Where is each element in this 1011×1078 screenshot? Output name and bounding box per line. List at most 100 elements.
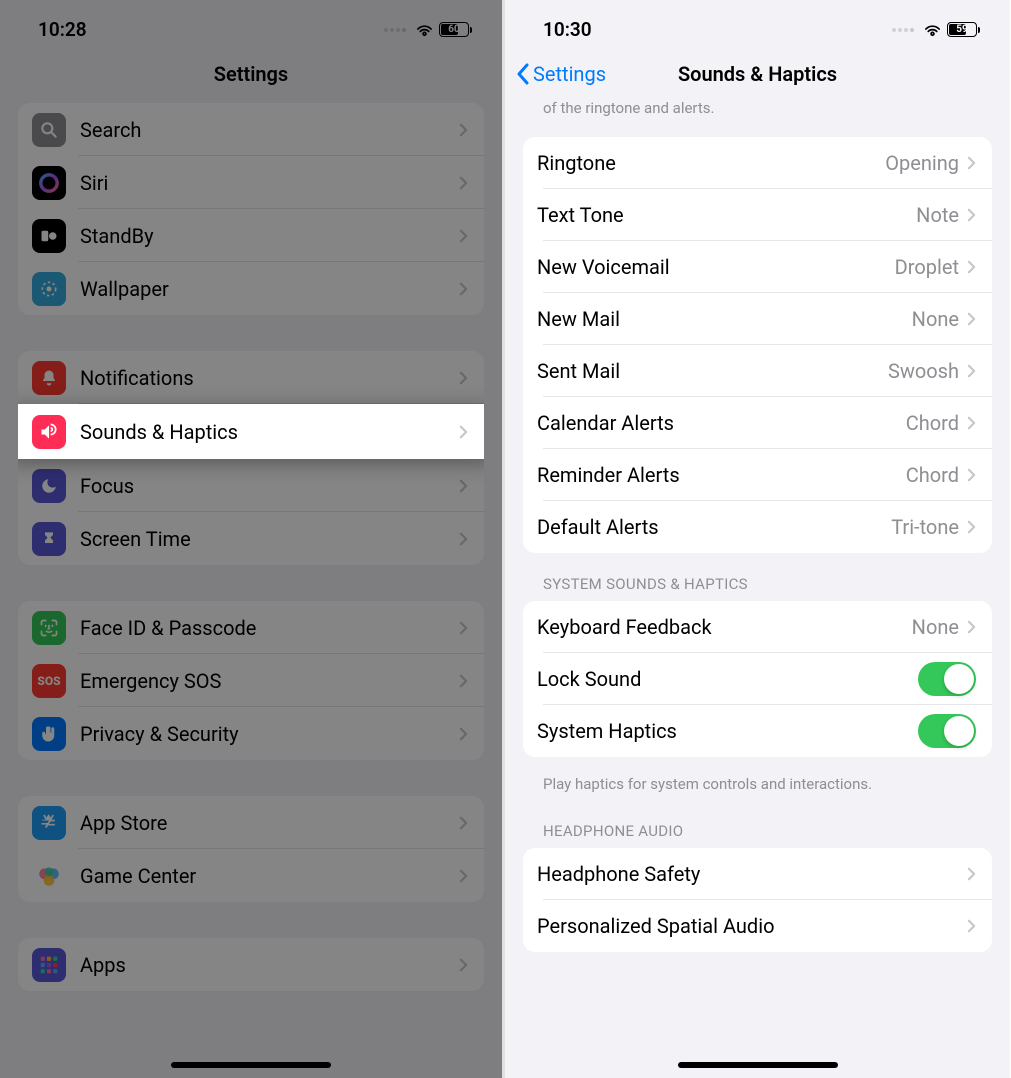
row-headphone-safety[interactable]: Headphone Safety <box>523 848 992 900</box>
status-bar: 10:28 60 <box>0 0 502 49</box>
row-search[interactable]: Search <box>18 103 484 156</box>
row-privacy[interactable]: Privacy & Security <box>18 707 484 760</box>
row-value: Swoosh <box>888 359 959 383</box>
group-2: Notifications Sounds & Haptics Focus Scr… <box>18 351 484 565</box>
row-text-tone[interactable]: Text Tone Note <box>523 189 992 241</box>
row-label: Search <box>80 118 459 142</box>
system-haptics-toggle[interactable] <box>918 714 976 748</box>
row-system-haptics: System Haptics <box>523 705 992 757</box>
row-label: Privacy & Security <box>80 722 459 746</box>
page-title: Settings <box>214 62 288 86</box>
row-calendar-alerts[interactable]: Calendar Alerts Chord <box>523 397 992 449</box>
row-app-store[interactable]: App Store <box>18 796 484 849</box>
hand-icon <box>32 717 66 751</box>
siri-icon <box>32 166 66 200</box>
section-header-headphone: HEADPHONE AUDIO <box>523 822 992 848</box>
group-headphone: Headphone Safety Personalized Spatial Au… <box>523 848 992 952</box>
row-wallpaper[interactable]: Wallpaper <box>18 262 484 315</box>
nav-header: Settings Sounds & Haptics <box>505 49 1010 99</box>
row-label: Siri <box>80 171 459 195</box>
battery-icon: 60 <box>439 22 472 37</box>
group-system: Keyboard Feedback None Lock Sound System… <box>523 601 992 757</box>
row-label: New Mail <box>537 307 912 331</box>
row-label: Ringtone <box>537 151 885 175</box>
row-default-alerts[interactable]: Default Alerts Tri-tone <box>523 501 992 553</box>
row-label: Headphone Safety <box>537 862 967 886</box>
row-new-voicemail[interactable]: New Voicemail Droplet <box>523 241 992 293</box>
moon-icon <box>32 469 66 503</box>
home-indicator[interactable] <box>171 1062 331 1068</box>
row-value: Chord <box>906 463 959 487</box>
row-value: None <box>912 615 959 639</box>
back-button[interactable]: Settings <box>517 62 606 86</box>
highlight-sounds-haptics: Sounds & Haptics <box>18 404 484 459</box>
sounds-list[interactable]: of the ringtone and alerts. Ringtone Ope… <box>505 99 1010 952</box>
row-label: Default Alerts <box>537 515 891 539</box>
row-value: Droplet <box>895 255 959 279</box>
gamecenter-icon <box>32 859 66 893</box>
status-bar: 10:30 59 <box>505 0 1010 49</box>
row-siri[interactable]: Siri <box>18 156 484 209</box>
bell-icon <box>32 361 66 395</box>
status-time: 10:28 <box>38 18 87 41</box>
row-label: Face ID & Passcode <box>80 616 459 640</box>
row-label: App Store <box>80 811 459 835</box>
row-face-id[interactable]: Face ID & Passcode <box>18 601 484 654</box>
row-sounds-haptics[interactable]: Sounds & Haptics <box>18 405 484 458</box>
group-3: Face ID & Passcode SOS Emergency SOS Pri… <box>18 601 484 760</box>
wifi-icon <box>415 23 434 37</box>
standby-icon <box>32 219 66 253</box>
row-label: Notifications <box>80 366 459 390</box>
clipped-footer-text: of the ringtone and alerts. <box>523 99 992 137</box>
row-notifications[interactable]: Notifications <box>18 351 484 404</box>
row-value: Chord <box>906 411 959 435</box>
status-right: 59 <box>892 22 980 37</box>
wallpaper-icon <box>32 272 66 306</box>
row-new-mail[interactable]: New Mail None <box>523 293 992 345</box>
row-keyboard-feedback[interactable]: Keyboard Feedback None <box>523 601 992 653</box>
row-lock-sound: Lock Sound <box>523 653 992 705</box>
row-sent-mail[interactable]: Sent Mail Swoosh <box>523 345 992 397</box>
faceid-icon <box>32 611 66 645</box>
row-spatial-audio[interactable]: Personalized Spatial Audio <box>523 900 992 952</box>
hourglass-icon <box>32 522 66 556</box>
row-value: None <box>912 307 959 331</box>
nav-header: Settings <box>0 49 502 99</box>
row-reminder-alerts[interactable]: Reminder Alerts Chord <box>523 449 992 501</box>
section-header-system: SYSTEM SOUNDS & HAPTICS <box>523 575 992 601</box>
row-label: Keyboard Feedback <box>537 615 912 639</box>
row-label: StandBy <box>80 224 459 248</box>
row-label: System Haptics <box>537 719 918 743</box>
row-focus[interactable]: Focus <box>18 459 484 512</box>
settings-list[interactable]: Search Siri StandBy Wallpaper Notificati… <box>0 103 502 1027</box>
status-time: 10:30 <box>543 18 592 41</box>
row-label: Sent Mail <box>537 359 888 383</box>
row-ringtone[interactable]: Ringtone Opening <box>523 137 992 189</box>
wifi-icon <box>923 23 942 37</box>
row-label: Sounds & Haptics <box>80 420 459 444</box>
back-label: Settings <box>533 62 606 86</box>
row-value: Note <box>916 203 959 227</box>
group-4: App Store Game Center <box>18 796 484 902</box>
row-label: Lock Sound <box>537 667 918 691</box>
home-indicator[interactable] <box>678 1062 838 1068</box>
row-screen-time[interactable]: Screen Time <box>18 512 484 565</box>
row-label: Text Tone <box>537 203 916 227</box>
row-label: Reminder Alerts <box>537 463 906 487</box>
status-right: 60 <box>384 22 472 37</box>
group-1: Search Siri StandBy Wallpaper <box>18 103 484 315</box>
row-apps[interactable]: Apps <box>18 938 484 991</box>
lock-sound-toggle[interactable] <box>918 662 976 696</box>
appstore-icon <box>32 806 66 840</box>
row-standby[interactable]: StandBy <box>18 209 484 262</box>
battery-icon: 59 <box>947 22 980 37</box>
page-title: Sounds & Haptics <box>678 62 837 86</box>
row-game-center[interactable]: Game Center <box>18 849 484 902</box>
row-label: Game Center <box>80 864 459 888</box>
chevron-left-icon <box>517 63 531 85</box>
row-emergency-sos[interactable]: SOS Emergency SOS <box>18 654 484 707</box>
group-tones: Ringtone Opening Text Tone Note New Voic… <box>523 137 992 553</box>
row-label: Focus <box>80 474 459 498</box>
row-value: Tri-tone <box>891 515 959 539</box>
row-label: Calendar Alerts <box>537 411 906 435</box>
